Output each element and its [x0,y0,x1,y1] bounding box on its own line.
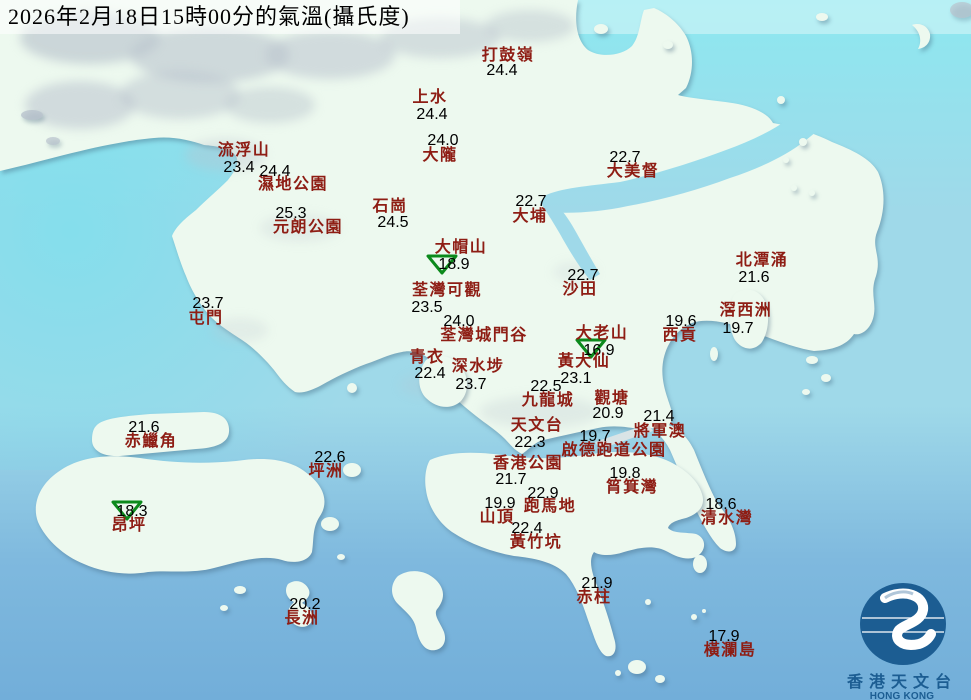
station-temperature-value: 23.7 [192,295,224,312]
station-name-label: 觀塘 [594,390,630,407]
station-name-label: 黃竹坑 [509,534,563,551]
po-toi-island [628,660,646,674]
ma-wan-island [347,383,357,393]
station-name-label: 赤柱 [576,589,612,606]
waglan-islet [691,614,697,620]
station-name-label: 深水埗 [451,358,505,375]
station-name-label: 沙田 [562,281,598,298]
station-temperature-value: 23.1 [560,370,592,387]
hko-logo: 香港天文台 HONG KONG OBSERVATORY [833,578,971,700]
station-name-label: 屯門 [188,310,224,327]
double-haven-islet [777,96,785,104]
station-name-label: 九龍城 [521,392,575,409]
station-name-label: 赤鱲角 [124,433,178,450]
station-name-label: 天文台 [510,417,564,434]
station-temperature-value: 23.7 [455,376,487,393]
lantau-island [35,456,325,574]
station-name-label: 元朗公園 [272,219,344,236]
map-title: 2026年2月18日15時00分的氣溫(攝氏度) [0,0,460,34]
station-name-label: 青衣 [409,349,445,366]
station-temperature-value: 22.4 [414,365,446,382]
station-temperature-value: 20.9 [592,405,624,422]
hong-kong-map [0,0,971,700]
station-name-label: 跑馬地 [523,498,577,515]
station-temperature-value: 23.5 [411,299,443,316]
station-name-label: 荃灣可觀 [411,282,483,299]
hko-name-chinese: 香港天文台 [846,674,957,691]
station-name-label: 將軍澳 [633,423,687,440]
stanley-islet [645,599,651,605]
station-temperature-value: 21.4 [643,408,675,425]
station-name-label: 上水 [412,89,448,106]
small-island [806,356,818,364]
small-island [234,586,246,594]
station-name-label: 大老山 [575,325,629,342]
station-temperature-value: 22.7 [515,193,547,210]
po-toi-islet [655,675,665,683]
station-name-label: 西貢 [662,327,698,344]
station-name-label: 啟德跑道公園 [561,442,667,459]
mirs-bay-islet [594,24,608,34]
station-name-label: 大隴 [422,147,458,164]
station-name-label: 北潭涌 [735,252,789,269]
small-island [821,374,831,382]
waglan-islet [702,609,706,613]
double-haven-islet [799,138,807,146]
station-name-label: 荃灣城門谷 [440,327,528,344]
station-temperature-value: 18.9 [438,256,470,273]
station-name-label: 大埔 [512,208,548,225]
double-haven-islet [791,185,797,191]
double-haven-islet [809,190,815,196]
station-name-label: 清水灣 [700,510,754,527]
deep-bay-islet [46,137,60,145]
station-temperature-value: 24.4 [416,106,448,123]
station-name-label: 打鼓嶺 [481,47,535,64]
station-name-label: 昂坪 [111,517,147,534]
station-name-label: 大帽山 [434,239,488,256]
tung-lung-island [693,555,707,573]
station-temperature-value: 21.6 [738,269,770,286]
station-name-label: 筲箕灣 [605,479,659,496]
station-name-label: 石崗 [372,198,408,215]
station-name-label: 坪洲 [308,463,344,480]
station-temperature-value: 24.5 [377,214,409,231]
mirs-bay-islet [816,13,828,21]
station-name-label: 流浮山 [217,142,271,159]
station-name-label: 濕地公園 [257,176,329,193]
hko-emblem-icon [860,583,946,665]
station-name-label: 山頂 [479,509,515,526]
mirs-bay-islet [663,41,673,49]
station-name-label: 滘西洲 [719,302,773,319]
small-island [802,389,810,395]
double-haven-islet [783,157,789,163]
station-temperature-value: 24.0 [427,132,459,149]
station-name-label: 黃大仙 [557,353,611,370]
station-temperature-value: 23.4 [223,159,255,176]
small-island [337,554,345,560]
peng-chau-island [343,463,361,477]
deep-bay-islet [21,110,43,120]
sharp-island [710,347,718,361]
po-toi-islet [615,670,621,676]
station-temperature-value: 24.4 [486,62,518,79]
station-name-label: 大美督 [606,163,660,180]
station-name-label: 香港公園 [492,455,564,472]
small-island [220,605,228,611]
hko-name-english: HONG KONG OBSERVATORY [869,691,935,700]
station-temperature-value: 22.3 [514,434,546,451]
hei-ling-chau-island [321,517,339,531]
station-name-label: 橫瀾島 [703,642,757,659]
temperature-map-screen: 2026年2月18日15時00分的氣溫(攝氏度) 24.4 打鼓嶺 24.4 上水 24… [0,0,971,700]
station-temperature-value: 19.7 [722,320,754,337]
station-temperature-value: 21.7 [495,471,527,488]
station-name-label: 長洲 [284,610,320,627]
